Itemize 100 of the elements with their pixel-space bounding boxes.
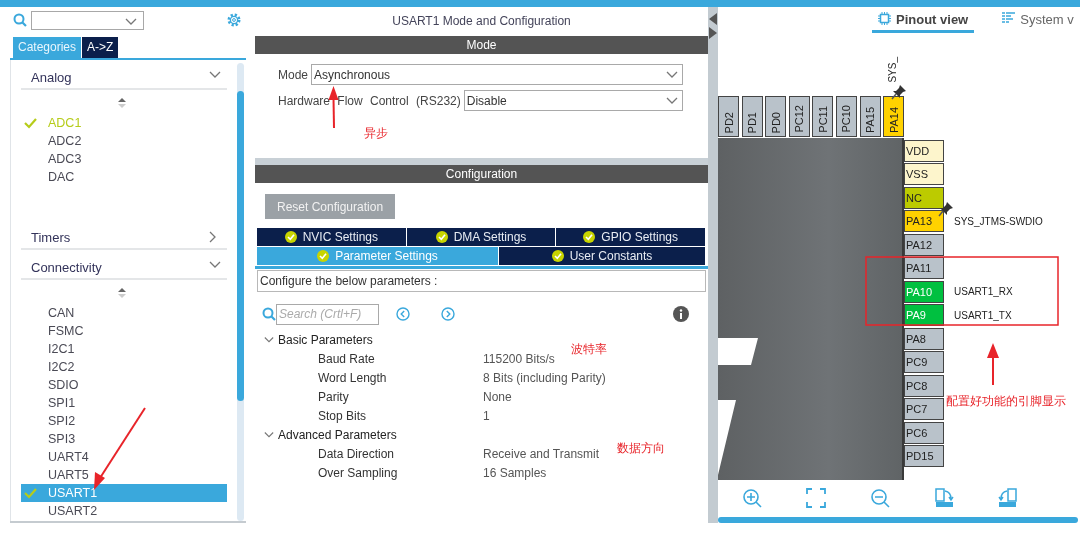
parameter-name: Baud Rate — [317, 351, 376, 366]
pin[interactable]: PC10 — [835, 95, 857, 137]
category-header[interactable]: Connectivity — [31, 259, 102, 275]
section-header: Configuration — [255, 165, 708, 183]
peripheral-item[interactable]: I2C2 — [21, 358, 227, 376]
peripheral-item[interactable]: DAC — [21, 168, 227, 186]
settings-icon[interactable] — [226, 12, 242, 28]
rotate-icon[interactable] — [998, 488, 1018, 509]
view-tab[interactable]: Pinout view — [872, 12, 975, 33]
signal-label: SYS_JTMS-SWDIO — [954, 215, 1043, 227]
search-field[interactable] — [31, 10, 144, 30]
annotation-text: 数据方向 — [617, 440, 665, 457]
parameter-name: Over Sampling — [317, 465, 399, 480]
scrollbar[interactable] — [718, 516, 1078, 523]
pin[interactable]: PD2 — [718, 95, 739, 137]
peripheral-item[interactable]: I2C1 — [21, 340, 227, 358]
section-header: Mode — [255, 36, 708, 54]
pin[interactable]: PD1 — [741, 95, 763, 137]
field-label: Hardware Flow Control (RS232) — [278, 93, 461, 108]
peripheral-item[interactable]: SPI3 — [21, 430, 227, 448]
signal-label: SYS_ — [887, 57, 899, 83]
zoom-out-icon[interactable] — [870, 488, 890, 509]
parameter-value[interactable]: 16 Samples — [483, 465, 547, 480]
sort-icon[interactable] — [118, 288, 126, 298]
description-field: Configure the below parameters : — [257, 270, 706, 292]
settings-tab[interactable]: GPIO Settings — [556, 228, 705, 246]
pin[interactable]: NC — [904, 186, 944, 209]
pin[interactable]: PC9 — [904, 351, 944, 374]
search-icon[interactable] — [262, 307, 276, 321]
scrollbar-thumb[interactable] — [237, 91, 244, 401]
settings-tab[interactable]: DMA Settings — [406, 228, 556, 246]
dropdown[interactable]: Disable — [463, 90, 683, 111]
parameter-value[interactable]: 8 Bits (including Parity) — [483, 370, 606, 385]
annotation-text: 波特率 — [571, 341, 607, 358]
sort-icon[interactable] — [118, 98, 126, 108]
parameter-value[interactable]: 1 — [483, 408, 490, 423]
check-circle-icon — [317, 250, 330, 262]
peripheral-item[interactable]: SPI2 — [21, 412, 227, 430]
check-icon — [24, 117, 37, 129]
caret-icon — [666, 96, 678, 105]
pin[interactable]: PC6 — [904, 421, 944, 444]
pin[interactable]: PD15 — [904, 445, 944, 468]
peripheral-item[interactable]: SDIO — [21, 376, 227, 394]
pin[interactable]: VSS — [904, 163, 944, 186]
group-label[interactable]: Basic Parameters — [278, 332, 373, 347]
peripheral-item[interactable]: SPI1 — [21, 394, 227, 412]
chip-icon — [878, 12, 891, 25]
peripheral-item[interactable]: ADC3 — [21, 150, 227, 168]
pin[interactable]: PD0 — [765, 95, 787, 137]
zoom-in-icon[interactable] — [742, 488, 762, 509]
previous-icon[interactable] — [396, 307, 410, 321]
panel-title: USART1 Mode and Configuration — [391, 13, 572, 30]
category-header[interactable]: Timers — [31, 229, 71, 245]
pin[interactable]: PA11 — [904, 257, 944, 280]
peripheral-item[interactable]: FSMC — [21, 322, 227, 340]
signal-label: USART1_TX — [954, 309, 1012, 321]
settings-tab[interactable]: User Constants — [499, 247, 705, 265]
pin[interactable]: PA15 — [859, 95, 881, 137]
category-header[interactable]: Analog — [31, 69, 72, 85]
peripheral-item[interactable]: ADC2 — [21, 132, 227, 150]
signal-label: USART1_RX — [954, 286, 1013, 298]
pin[interactable]: PC8 — [904, 374, 944, 397]
settings-tab[interactable]: NVIC Settings — [257, 228, 406, 246]
search-field[interactable]: Search (Crtl+F) — [276, 303, 379, 325]
info-icon[interactable] — [673, 306, 689, 322]
chevron-down-icon[interactable] — [264, 430, 274, 439]
arrow — [328, 86, 339, 129]
view-tab[interactable]: System v — [996, 12, 1080, 33]
annotation-text: 异步 — [364, 125, 388, 142]
group-label[interactable]: Advanced Parameters — [278, 427, 397, 442]
pin[interactable]: PA14 — [883, 95, 905, 137]
parameter-name: Stop Bits — [317, 408, 368, 423]
peripheral-item[interactable]: USART2 — [21, 502, 227, 520]
pin[interactable]: PC11 — [812, 95, 834, 137]
fit-screen-icon[interactable] — [806, 488, 826, 509]
peripheral-item[interactable]: CAN — [21, 304, 227, 322]
pin[interactable]: PA13 — [904, 210, 944, 233]
check-circle-icon — [583, 231, 596, 243]
caret-icon — [125, 17, 137, 26]
field-label: Mode — [278, 67, 309, 82]
parameter-value[interactable]: Receive and Transmit — [483, 446, 600, 461]
peripheral-item[interactable]: UART4 — [21, 448, 227, 466]
next-icon[interactable] — [441, 307, 455, 321]
scrollbar[interactable] — [237, 63, 244, 521]
pin[interactable]: PA12 — [904, 233, 944, 256]
parameter-name: Parity — [317, 389, 350, 404]
pin[interactable]: PC7 — [904, 398, 944, 421]
pin[interactable]: VDD — [904, 139, 944, 162]
pin[interactable]: PC12 — [788, 95, 810, 137]
search-icon[interactable] — [13, 13, 27, 27]
parameter-value[interactable]: 115200 Bits/s — [483, 351, 555, 366]
peripheral-item[interactable]: UART5 — [21, 466, 227, 484]
category-tab[interactable]: A->Z — [82, 37, 119, 58]
caret-icon — [666, 70, 678, 79]
parameter-value[interactable]: None — [483, 389, 512, 404]
dropdown[interactable]: Asynchronous — [311, 64, 683, 85]
list-icon — [1002, 12, 1016, 24]
rotate-icon[interactable] — [934, 488, 954, 509]
chevron-down-icon[interactable] — [264, 335, 274, 344]
pin[interactable]: PA8 — [904, 327, 944, 350]
